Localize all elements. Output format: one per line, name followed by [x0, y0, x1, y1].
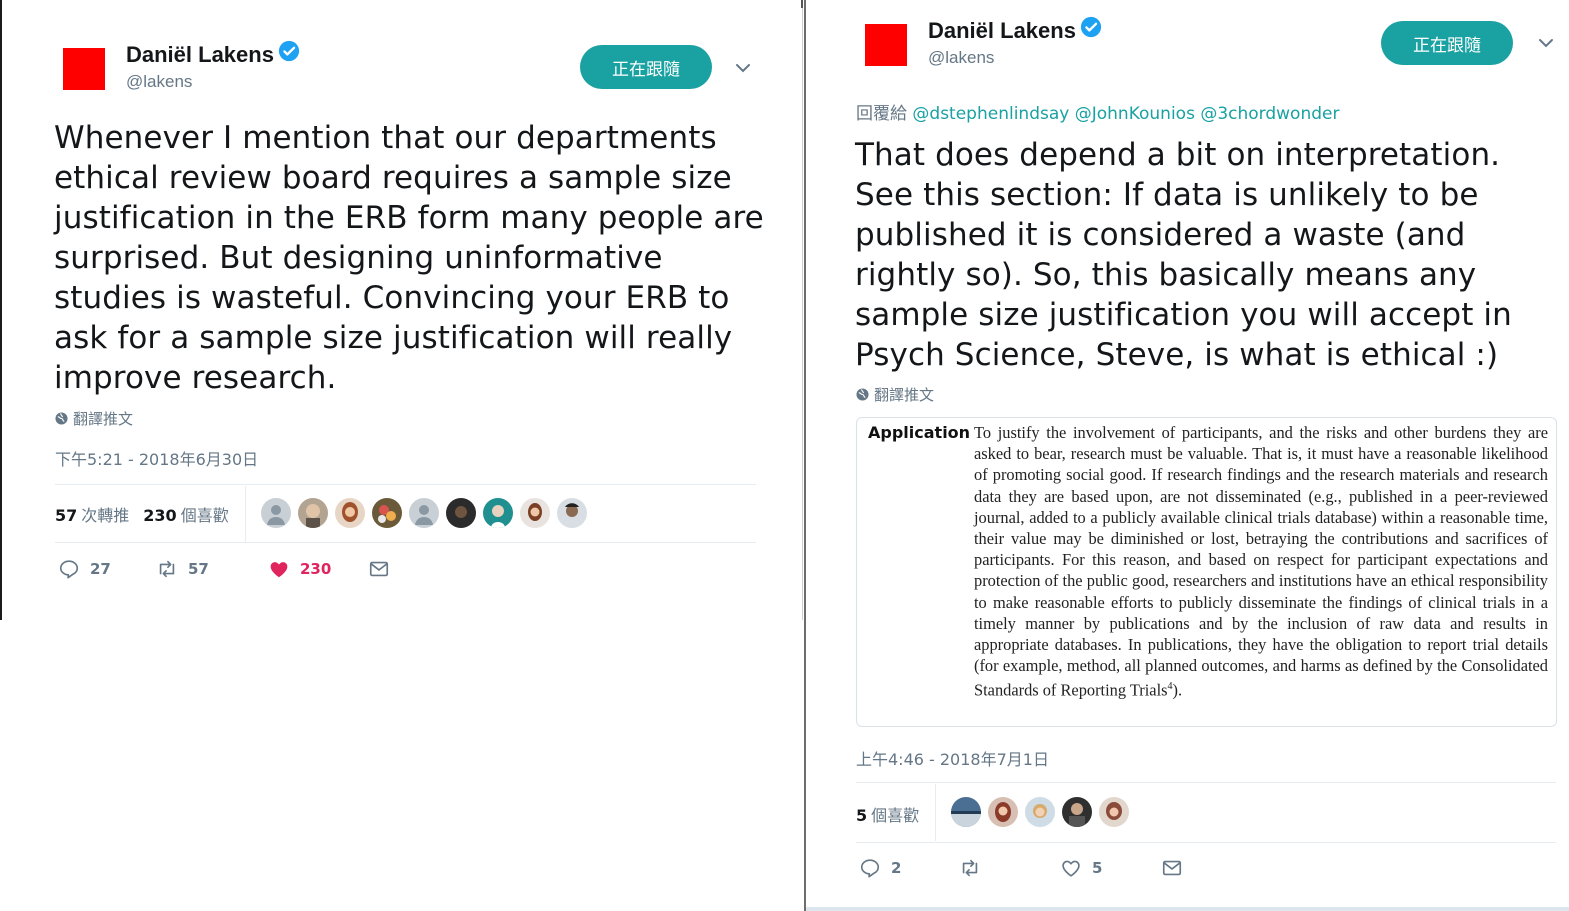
divider — [55, 484, 756, 485]
heart-outline-icon — [1062, 860, 1080, 877]
liker-avatar[interactable] — [372, 498, 402, 528]
liker-avatar[interactable] — [298, 498, 328, 528]
stats-divider — [935, 784, 936, 841]
author-avatar[interactable] — [865, 24, 907, 66]
reply-to-line: 回覆給 @dstephenlindsay @JohnKounios @3chor… — [856, 99, 1339, 124]
tweet-stats: 5 個喜歡 — [856, 802, 919, 826]
like-button[interactable]: 230 — [268, 558, 368, 580]
globe-icon — [55, 412, 68, 425]
translate-tweet-link[interactable]: 翻譯推文 — [55, 408, 133, 429]
retweet-button[interactable]: 57 — [156, 558, 268, 580]
divider — [856, 842, 1556, 843]
reply-count: 27 — [90, 560, 111, 578]
author-handle: @lakens — [126, 72, 193, 91]
like-count: 5 — [1092, 859, 1103, 877]
right-tweet-panel: Daniël Lakens @lakens 正在跟隨 回覆給 @dstephen… — [804, 0, 1569, 911]
embedded-image[interactable]: Application To justify the involvement o… — [856, 417, 1557, 727]
verified-badge-icon — [278, 40, 300, 62]
reply-icon — [59, 560, 79, 579]
tweet-text: That does depend a bit on interpretation… — [855, 137, 1512, 373]
translate-tweet-link[interactable]: 翻譯推文 — [856, 384, 934, 405]
following-button[interactable]: 正在跟隨 — [1381, 21, 1513, 65]
liker-avatar[interactable] — [483, 498, 513, 528]
author-display-name[interactable]: Daniël Lakens — [928, 18, 1076, 44]
globe-icon — [856, 388, 869, 401]
liker-avatar[interactable] — [520, 498, 550, 528]
reply-icon — [860, 859, 880, 878]
likes-stat[interactable]: 5 個喜歡 — [856, 802, 919, 826]
liker-avatar[interactable] — [1025, 797, 1055, 827]
liker-avatar[interactable] — [1062, 797, 1092, 827]
liker-avatar[interactable] — [557, 498, 587, 528]
retweet-icon — [962, 859, 978, 877]
verified-badge-icon — [1080, 16, 1102, 38]
heart-filled-icon — [270, 562, 288, 578]
tweet-actions: 27 57 230 — [58, 558, 390, 580]
liker-avatar[interactable] — [261, 498, 291, 528]
direct-message-button[interactable] — [368, 558, 390, 580]
retweet-icon — [159, 560, 175, 578]
retweet-button[interactable] — [959, 857, 1060, 879]
reply-button[interactable]: 2 — [859, 857, 959, 879]
liker-avatars — [951, 797, 1129, 827]
following-button[interactable]: 正在跟隨 — [580, 45, 712, 89]
liker-avatar[interactable] — [335, 498, 365, 528]
liker-avatar[interactable] — [1099, 797, 1129, 827]
translate-label[interactable]: 翻譯推文 — [874, 384, 934, 405]
reply-count: 2 — [891, 859, 902, 877]
direct-message-button[interactable] — [1161, 857, 1183, 879]
like-button[interactable]: 5 — [1060, 857, 1161, 879]
like-count: 230 — [300, 560, 332, 578]
liker-avatar[interactable] — [409, 498, 439, 528]
author-avatar[interactable] — [63, 48, 105, 90]
section-label: Application — [868, 423, 971, 442]
divider — [55, 542, 756, 543]
tweet-timestamp[interactable]: 下午5:21 - 2018年6月30日 — [55, 446, 258, 470]
author-display-name[interactable]: Daniël Lakens — [126, 42, 274, 68]
tweet-stats: 57 次轉推 230 個喜歡 — [55, 502, 229, 526]
likes-stat[interactable]: 230 個喜歡 — [143, 502, 228, 526]
left-tweet-panel: Daniël Lakens @lakens 正在跟隨 Whenever I me… — [0, 0, 803, 620]
liker-avatar[interactable] — [446, 498, 476, 528]
liker-avatars — [261, 498, 587, 528]
section-body: To justify the involvement of participan… — [974, 423, 1548, 700]
chevron-down-icon[interactable] — [1536, 33, 1556, 53]
translate-label[interactable]: 翻譯推文 — [73, 408, 133, 429]
chevron-down-icon[interactable] — [733, 58, 753, 78]
reply-mentions[interactable]: @dstephenlindsay @JohnKounios @3chordwon… — [912, 104, 1339, 124]
stats-divider — [245, 486, 246, 542]
tweet-timestamp[interactable]: 上午4:46 - 2018年7月1日 — [856, 746, 1049, 770]
author-name-block[interactable]: Daniël Lakens @lakens — [928, 16, 1102, 68]
envelope-icon — [369, 561, 389, 577]
liker-avatar[interactable] — [951, 797, 981, 827]
author-name-block[interactable]: Daniël Lakens @lakens — [126, 40, 300, 92]
retweets-stat[interactable]: 57 次轉推 — [55, 502, 129, 526]
liker-avatar[interactable] — [988, 797, 1018, 827]
author-handle: @lakens — [928, 48, 995, 67]
reply-button[interactable]: 27 — [58, 558, 156, 580]
divider — [856, 782, 1556, 783]
tweet-text: Whenever I mention that our departments … — [54, 120, 764, 396]
reply-prefix: 回覆給 — [856, 104, 907, 124]
retweet-count: 57 — [188, 560, 209, 578]
tweet-actions: 2 5 — [859, 857, 1183, 879]
envelope-icon — [1162, 860, 1182, 876]
